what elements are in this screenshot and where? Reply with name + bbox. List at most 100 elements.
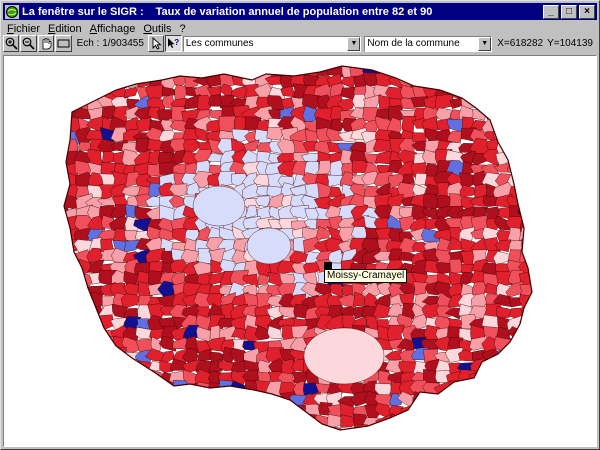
commune-polygon[interactable]	[62, 358, 83, 375]
field-select[interactable]: Nom de la commune ▼	[364, 35, 493, 52]
commune-polygon[interactable]	[508, 138, 526, 153]
commune-polygon[interactable]	[530, 308, 550, 318]
commune-polygon[interactable]	[508, 117, 522, 134]
commune-polygon[interactable]	[531, 186, 549, 199]
commune-polygon[interactable]	[244, 393, 261, 408]
commune-polygon[interactable]	[471, 391, 488, 409]
commune-polygon[interactable]	[96, 63, 119, 78]
commune-polygon[interactable]	[446, 423, 465, 441]
commune-polygon[interactable]	[532, 413, 549, 430]
commune-polygon[interactable]	[519, 316, 537, 331]
commune-polygon[interactable]	[412, 414, 427, 428]
commune-polygon[interactable]	[533, 292, 548, 307]
pan-button[interactable]	[37, 35, 55, 52]
commune-polygon[interactable]	[64, 317, 82, 329]
commune-polygon[interactable]	[520, 127, 534, 146]
commune-polygon[interactable]	[52, 348, 69, 363]
commune-polygon[interactable]	[50, 170, 66, 186]
commune-polygon[interactable]	[483, 107, 502, 123]
commune-polygon[interactable]	[290, 427, 309, 439]
commune-polygon[interactable]	[507, 75, 526, 90]
commune-polygon[interactable]	[231, 393, 250, 404]
commune-polygon[interactable]	[254, 427, 273, 442]
commune-polygon[interactable]	[531, 369, 548, 384]
commune-polygon[interactable]	[457, 382, 476, 397]
commune-polygon[interactable]	[63, 424, 80, 437]
commune-polygon[interactable]	[194, 62, 210, 78]
commune-polygon[interactable]	[508, 428, 528, 441]
commune-polygon[interactable]	[434, 405, 453, 417]
close-button[interactable]: ×	[579, 4, 595, 19]
commune-polygon[interactable]	[242, 406, 263, 417]
commune-polygon[interactable]	[437, 428, 454, 438]
commune-polygon[interactable]	[183, 391, 202, 405]
commune-polygon[interactable]	[111, 346, 127, 365]
commune-polygon[interactable]	[288, 416, 310, 429]
commune-polygon[interactable]	[483, 402, 503, 419]
commune-polygon[interactable]	[218, 393, 237, 408]
commune-polygon[interactable]	[422, 401, 440, 420]
commune-polygon[interactable]	[135, 369, 153, 384]
commune-polygon[interactable]	[530, 72, 550, 90]
commune-polygon[interactable]	[242, 413, 262, 426]
commune-polygon[interactable]	[66, 372, 81, 386]
commune-polygon[interactable]	[483, 426, 501, 439]
commune-polygon[interactable]	[64, 303, 79, 321]
commune-polygon[interactable]	[89, 394, 107, 409]
commune-polygon[interactable]	[458, 75, 477, 90]
zoom-in-button[interactable]	[3, 35, 20, 52]
commune-polygon[interactable]	[51, 338, 71, 352]
commune-polygon[interactable]	[64, 381, 82, 398]
commune-polygon[interactable]	[494, 86, 512, 100]
commune-polygon[interactable]	[53, 380, 70, 398]
commune-polygon[interactable]	[62, 280, 84, 295]
commune-polygon[interactable]	[446, 390, 467, 409]
commune-polygon[interactable]	[75, 327, 93, 340]
select-rectangle-button[interactable]	[55, 35, 72, 52]
commune-polygon[interactable]	[62, 328, 82, 341]
commune-polygon[interactable]	[181, 64, 202, 77]
commune-polygon[interactable]	[100, 416, 115, 431]
commune-polygon[interactable]	[87, 351, 102, 366]
commune-polygon[interactable]	[159, 426, 177, 440]
commune-polygon[interactable]	[172, 427, 187, 441]
commune-polygon[interactable]	[49, 153, 69, 167]
commune-polygon[interactable]	[74, 347, 93, 364]
commune-polygon[interactable]	[533, 218, 551, 232]
commune-polygon[interactable]	[171, 393, 187, 407]
commune-polygon[interactable]	[456, 62, 479, 75]
commune-polygon[interactable]	[74, 382, 94, 397]
commune-polygon[interactable]	[375, 425, 393, 442]
commune-polygon[interactable]	[521, 373, 537, 386]
commune-polygon[interactable]	[89, 339, 105, 352]
commune-polygon[interactable]	[109, 425, 127, 438]
commune-polygon[interactable]	[51, 425, 68, 441]
commune-polygon[interactable]	[434, 415, 452, 430]
commune-polygon[interactable]	[518, 359, 537, 376]
commune-polygon[interactable]	[65, 339, 81, 354]
commune-polygon[interactable]	[409, 61, 426, 79]
commune-polygon[interactable]	[504, 380, 526, 398]
commune-polygon[interactable]	[522, 138, 534, 157]
commune-polygon[interactable]	[396, 62, 419, 78]
commune-polygon[interactable]	[530, 226, 551, 244]
commune-polygon[interactable]	[64, 394, 80, 409]
commune-polygon[interactable]	[520, 340, 536, 352]
commune-polygon[interactable]	[64, 86, 83, 98]
commune-polygon[interactable]	[109, 370, 127, 384]
menu-edition[interactable]: Edition	[44, 23, 86, 35]
commune-polygon[interactable]	[145, 393, 164, 406]
info-query-button[interactable]: ?	[165, 35, 182, 52]
commune-polygon[interactable]	[400, 416, 419, 430]
commune-polygon[interactable]	[96, 393, 117, 409]
commune-polygon[interactable]	[170, 64, 187, 76]
commune-polygon[interactable]	[218, 415, 237, 431]
commune-polygon[interactable]	[494, 61, 515, 76]
commune-polygon[interactable]	[192, 185, 246, 227]
commune-polygon[interactable]	[533, 363, 550, 372]
commune-polygon[interactable]	[52, 302, 68, 321]
commune-polygon[interactable]	[433, 75, 453, 89]
commune-polygon[interactable]	[434, 64, 455, 76]
commune-polygon[interactable]	[460, 414, 477, 430]
commune-polygon[interactable]	[220, 403, 237, 421]
